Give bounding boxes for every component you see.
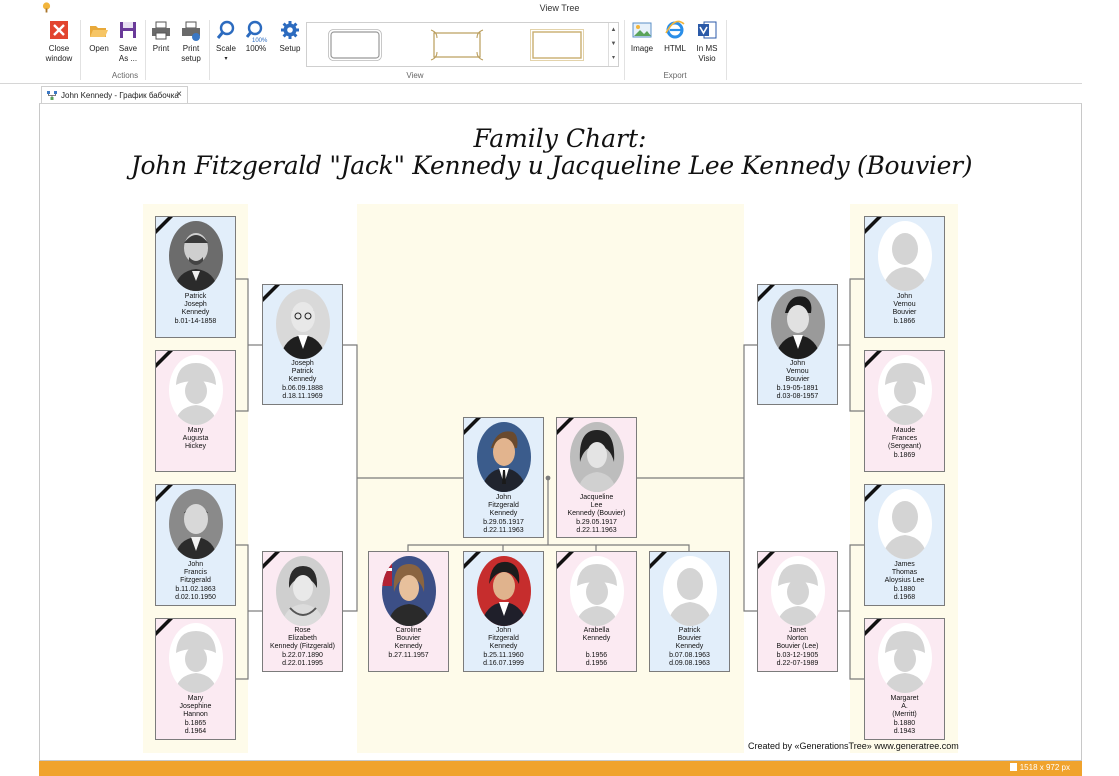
image-size-readout: 1518 x 972 px [1009, 763, 1070, 772]
portrait-photo [382, 556, 436, 626]
person-info: John Fitzgerald Kennedy b.29.05.1917 d.2… [483, 494, 524, 534]
mourning-ribbon-icon [156, 351, 173, 368]
person-info: Jacqueline Lee Kennedy (Bouvier) b.29.05… [567, 494, 626, 534]
person-card[interactable]: Mary Josephine Hannon b.1865 d.1964 [155, 618, 236, 740]
marriage-node [545, 475, 551, 481]
person-card[interactable]: John Vernou Bouvier b.1866 [864, 216, 945, 338]
portrait-photo [771, 289, 825, 359]
mourning-ribbon-icon [758, 552, 775, 569]
mourning-ribbon-icon [865, 351, 882, 368]
placeholder-silhouette-male [878, 489, 932, 559]
person-info: John Vernou Bouvier b.1866 [892, 293, 917, 325]
person-info: Janet Norton Bouvier (Lee) b.03-12-1905 … [776, 627, 819, 667]
mourning-ribbon-icon [464, 552, 481, 569]
portrait-photo [169, 489, 223, 559]
person-card[interactable]: Joseph Patrick Kennedy b.06.09.1888 d.18… [262, 284, 343, 405]
mourning-ribbon-icon [650, 552, 667, 569]
placeholder-silhouette-female [570, 556, 624, 626]
person-card[interactable]: Arabella Kennedy b.1956 d.1956 [556, 551, 637, 672]
placeholder-silhouette-female [878, 623, 932, 693]
person-card[interactable]: Rose Elizabeth Kennedy (Fitzgerald) b.22… [262, 551, 343, 672]
person-info: Mary Augusta Hickey [182, 427, 209, 451]
person-card[interactable]: Janet Norton Bouvier (Lee) b.03-12-1905 … [757, 551, 838, 672]
placeholder-silhouette-female [771, 556, 825, 626]
mourning-ribbon-icon [557, 418, 574, 435]
placeholder-silhouette-male [663, 556, 717, 626]
person-info: Joseph Patrick Kennedy b.06.09.1888 d.18… [282, 360, 323, 400]
mourning-ribbon-icon [865, 619, 882, 636]
portrait-photo [570, 422, 624, 492]
portrait-photo [477, 556, 531, 626]
person-card[interactable]: John Fitzgerald Kennedy b.25.11.1960 d.1… [463, 551, 544, 672]
person-info: Margaret A. (Merritt) b.1880 d.1943 [890, 695, 919, 735]
mourning-ribbon-icon [865, 217, 882, 234]
person-info: Patrick Bouvier Kennedy b.07.08.1963 d.0… [669, 627, 710, 667]
mourning-ribbon-icon [263, 552, 280, 569]
credits-text: Created by «GenerationsTree» www.generat… [748, 741, 959, 751]
person-info: John Francis Fitzgerald b.11.02.1863 d.0… [175, 561, 216, 601]
mourning-ribbon-icon [464, 418, 481, 435]
placeholder-silhouette-male [878, 221, 932, 291]
person-info: James Thomas Aloysius Lee b.1880 d.1968 [884, 561, 925, 601]
mourning-ribbon-icon [865, 485, 882, 502]
mourning-ribbon-icon [156, 217, 173, 234]
mourning-ribbon-icon [557, 552, 574, 569]
person-info: Caroline Bouvier Kennedy b.27.11.1957 [388, 627, 429, 659]
person-card[interactable]: Maude Frances (Sergeant) b.1869 [864, 350, 945, 472]
person-card[interactable]: Jacqueline Lee Kennedy (Bouvier) b.29.05… [556, 417, 637, 538]
mourning-ribbon-icon [156, 485, 173, 502]
app-window: View Tree Close window Open Save As ... … [0, 0, 1119, 776]
person-card[interactable]: Patrick Joseph Kennedy b.01-14-1858 [155, 216, 236, 338]
portrait-photo [276, 289, 330, 359]
person-card[interactable]: John Francis Fitzgerald b.11.02.1863 d.0… [155, 484, 236, 606]
portrait-photo [169, 221, 223, 291]
person-info: John Fitzgerald Kennedy b.25.11.1960 d.1… [483, 627, 524, 667]
person-card[interactable]: Margaret A. (Merritt) b.1880 d.1943 [864, 618, 945, 740]
mourning-ribbon-icon [263, 285, 280, 302]
document-icon [1009, 763, 1017, 771]
portrait-photo [276, 556, 330, 626]
person-info: Maude Frances (Sergeant) b.1869 [887, 427, 922, 459]
person-info: Patrick Joseph Kennedy b.01-14-1858 [174, 293, 217, 325]
placeholder-silhouette-female [169, 355, 223, 425]
person-card[interactable]: James Thomas Aloysius Lee b.1880 d.1968 [864, 484, 945, 606]
portrait-photo [477, 422, 531, 492]
person-info: Mary Josephine Hannon b.1865 d.1964 [179, 695, 212, 735]
person-card[interactable]: Patrick Bouvier Kennedy b.07.08.1963 d.0… [649, 551, 730, 672]
person-info: Arabella Kennedy b.1956 d.1956 [582, 627, 611, 667]
person-card[interactable]: John Vernou Bouvier b.19-05-1891 d.03-08… [757, 284, 838, 405]
placeholder-silhouette-female [878, 355, 932, 425]
person-info: Rose Elizabeth Kennedy (Fitzgerald) b.22… [270, 627, 335, 667]
person-info: John Vernou Bouvier b.19-05-1891 d.03-08… [776, 360, 819, 400]
status-bar: 1518 x 972 px [39, 761, 1082, 776]
mourning-ribbon-icon [758, 285, 775, 302]
mourning-ribbon-icon [156, 619, 173, 636]
placeholder-silhouette-female [169, 623, 223, 693]
person-card[interactable]: John Fitzgerald Kennedy b.29.05.1917 d.2… [463, 417, 544, 538]
image-size-text: 1518 x 972 px [1019, 763, 1070, 772]
person-card[interactable]: Caroline Bouvier Kennedy b.27.11.1957 [368, 551, 449, 672]
person-card[interactable]: Mary Augusta Hickey [155, 350, 236, 472]
